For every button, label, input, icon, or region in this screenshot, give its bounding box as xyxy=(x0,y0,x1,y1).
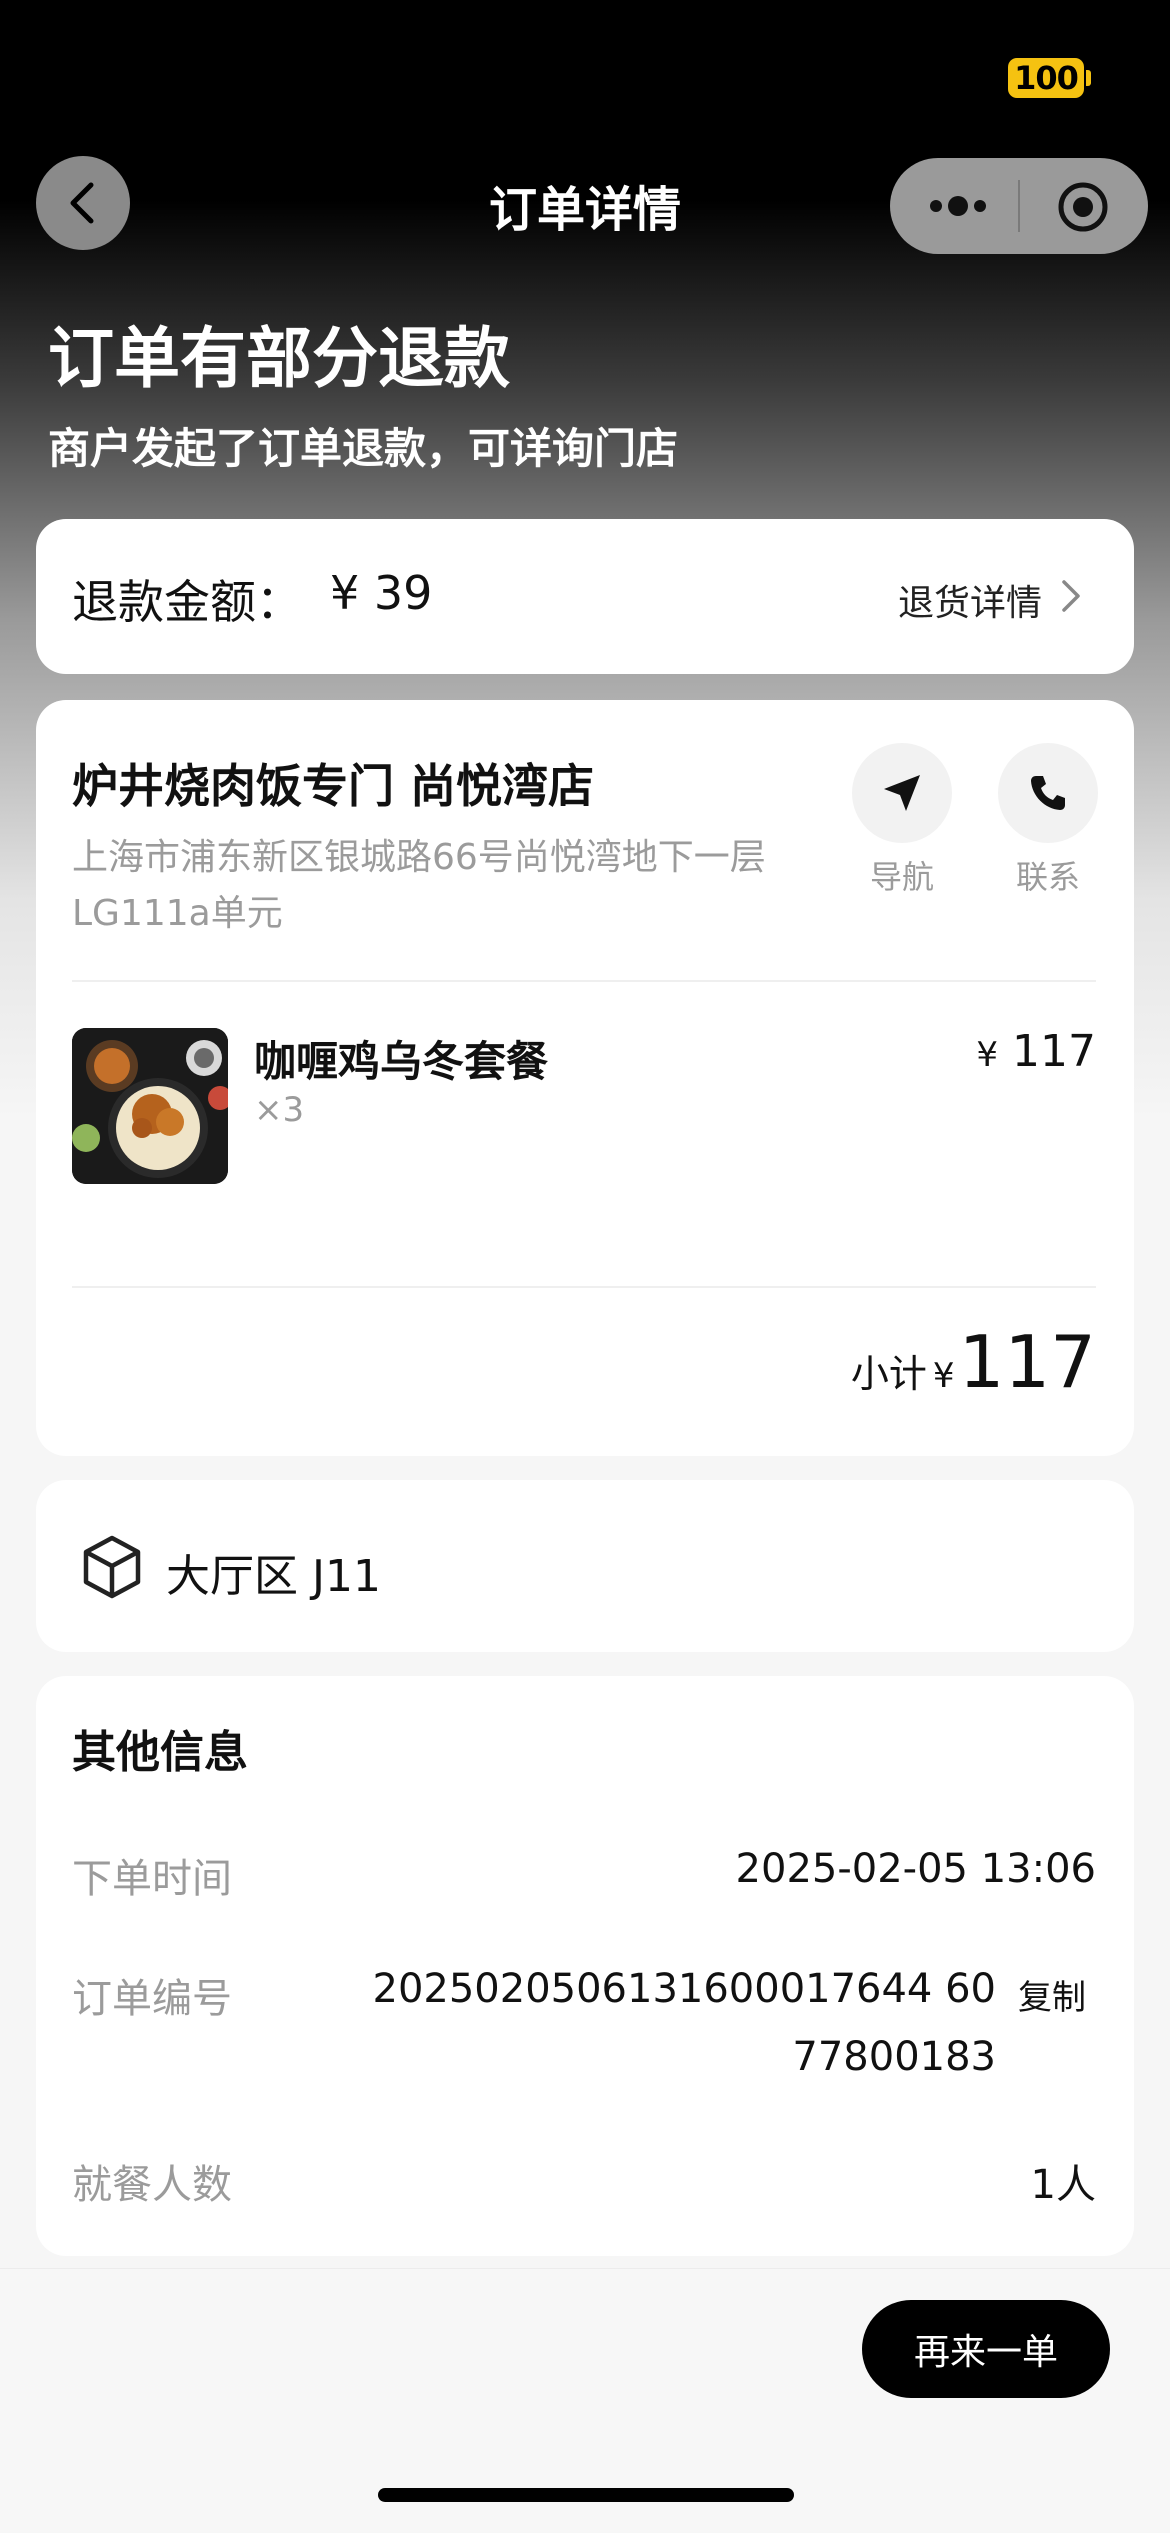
page-title: 订单详情 xyxy=(488,182,681,238)
subtotal-value: 117 xyxy=(958,1320,1096,1404)
order-status-subtitle: 商户发起了订单退款，可详询门店 xyxy=(48,424,679,473)
battery-level: 100 xyxy=(1014,59,1079,97)
order-number-line1: 2025020506131600017644 60 xyxy=(372,1966,997,2012)
other-info-title: 其他信息 xyxy=(72,1727,248,1778)
contact-label: 联系 xyxy=(1015,858,1080,896)
copy-order-number-button[interactable]: 复制 xyxy=(1018,1970,1086,2019)
chevron-right-icon[interactable] xyxy=(1056,578,1086,614)
order-time-value: 2025-02-05 13:06 xyxy=(735,1846,1096,1892)
phone-icon xyxy=(1031,776,1065,810)
food-image-illustration xyxy=(72,1028,228,1184)
more-dots-icon[interactable] xyxy=(926,190,990,222)
table-number: 大厅区 J11 xyxy=(166,1551,381,1602)
box-icon xyxy=(83,1535,141,1599)
store-divider xyxy=(72,980,1096,982)
diners-value: 1人 xyxy=(1030,2162,1096,2208)
order-number-line2: 77800183 xyxy=(792,2034,996,2080)
contact-button[interactable] xyxy=(998,743,1098,843)
food-image xyxy=(72,1028,228,1184)
battery-tip xyxy=(1086,70,1091,86)
navigate-button[interactable] xyxy=(852,743,952,843)
items-divider xyxy=(72,1286,1096,1288)
item-price-currency: ¥ xyxy=(976,1035,999,1075)
target-icon[interactable] xyxy=(1056,180,1110,234)
refund-detail-link[interactable]: 退货详情 xyxy=(898,574,1042,626)
refund-label: 退款金额： xyxy=(72,575,302,629)
diners-label: 就餐人数 xyxy=(72,2162,232,2208)
refund-amount: ¥ 39 xyxy=(330,566,433,620)
subtotal: 小计 ¥ 117 xyxy=(851,1320,1096,1404)
store-address: 上海市浦东新区银城路66号尚悦湾地下一层LG111a单元 xyxy=(72,837,766,934)
home-indicator xyxy=(378,2488,794,2502)
store-name: 炉井烧肉饭专门 尚悦湾店 xyxy=(72,759,595,813)
back-button[interactable] xyxy=(36,156,130,250)
order-time-label: 下单时间 xyxy=(72,1856,232,1902)
order-number-label: 订单编号 xyxy=(72,1976,232,2022)
order-status-title: 订单有部分退款 xyxy=(48,320,510,397)
chevron-left-icon xyxy=(70,182,94,224)
subtotal-currency: ¥ xyxy=(932,1356,955,1396)
reorder-button[interactable]: 再来一单 xyxy=(862,2300,1110,2398)
battery-indicator: 100 xyxy=(1008,58,1084,98)
item-name: 咖喱鸡乌冬套餐 xyxy=(254,1037,549,1086)
item-price: ¥ 117 xyxy=(976,1026,1096,1077)
subtotal-label: 小计 xyxy=(850,1352,927,1396)
navigate-label: 导航 xyxy=(869,858,934,896)
navigation-arrow-icon xyxy=(884,775,920,811)
item-quantity: ×3 xyxy=(254,1090,305,1130)
capsule-divider xyxy=(1018,180,1020,232)
item-price-value: 117 xyxy=(1012,1026,1096,1077)
